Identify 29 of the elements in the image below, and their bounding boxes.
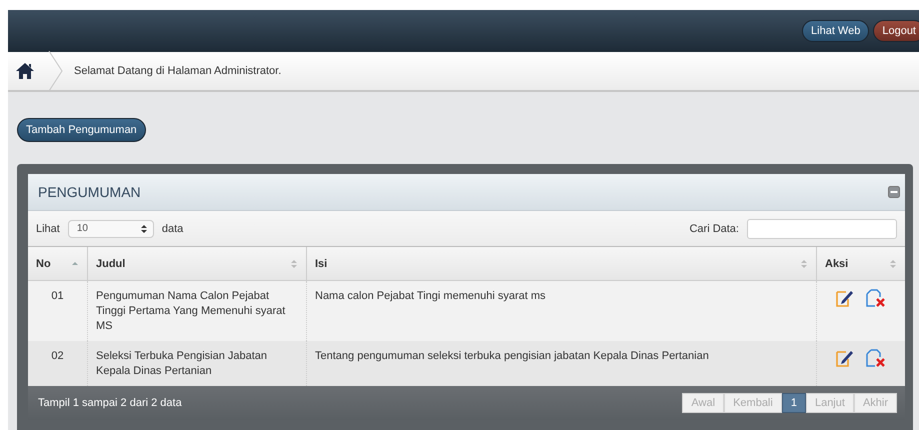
topbar-button[interactable]: Logout	[873, 20, 919, 42]
page-button[interactable]: 1	[782, 393, 806, 413]
search-label: Cari Data:	[689, 222, 739, 234]
table-cell: Tentang pengumuman seleksi terbuka pengisian jabatan Kepala Dinas Pertanian	[306, 341, 816, 386]
table-info: Tampil 1 sampai 2 dari 2 data	[38, 397, 182, 409]
welcome-text: Selamat Datang di Halaman Administrator.	[74, 65, 282, 77]
table-cell: Pengumuman Nama Calon Pejabat Tinggi Pertama Yang Memenuhi syarat MS	[88, 280, 306, 341]
table-cell: 02	[28, 341, 88, 386]
delete-icon[interactable]	[866, 349, 886, 367]
select-arrows-icon	[140, 224, 147, 234]
minimize-icon[interactable]	[888, 186, 900, 198]
length-suffix: data	[162, 222, 184, 234]
column-header[interactable]: Isi	[306, 247, 816, 280]
column-header[interactable]: Judul	[88, 247, 306, 280]
table-cell: Seleksi Terbuka Pengisian Jabatan Kepala Dinas Pertanian	[88, 341, 306, 386]
table-cell: Nama calon Pejabat Tingi memenuhi syarat ms	[306, 280, 816, 341]
home-icon[interactable]	[16, 63, 34, 79]
search-field[interactable]	[747, 218, 897, 238]
add-announcement-button[interactable]: Tambah Pengumuman	[17, 118, 146, 142]
column-header[interactable]: No	[28, 247, 88, 280]
topbar-button[interactable]: Lihat Web	[802, 20, 870, 42]
panel-title: PENGUMUMAN	[38, 184, 141, 200]
delete-icon[interactable]	[866, 289, 886, 307]
table-cell: 01	[28, 280, 88, 341]
length-select[interactable]: 10	[68, 220, 154, 238]
length-label: Lihat	[36, 222, 60, 234]
column-header[interactable]: Aksi	[816, 247, 905, 280]
edit-icon[interactable]	[836, 289, 854, 307]
edit-icon[interactable]	[836, 349, 854, 367]
